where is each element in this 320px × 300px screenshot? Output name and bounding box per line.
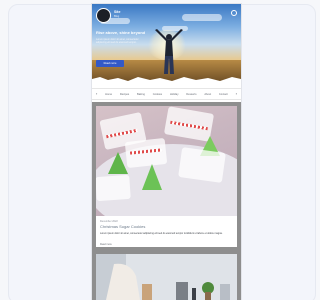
hero-text-block: Rise above, shine beyond Lorem ipsum dol… [96,30,148,44]
site-logo-avatar[interactable] [96,8,111,23]
hero-description: Lorem ipsum dolor sit amet, consectetur … [96,37,139,44]
chevron-left-icon[interactable]: ‹ [96,92,97,96]
read-more-link[interactable]: Read more [100,243,112,246]
post-date: December 2022 [100,220,118,223]
hero-cta-button[interactable]: Read more [96,60,124,67]
nav-item[interactable]: Recipes [120,93,129,96]
nav-item[interactable]: Baking [137,93,145,96]
post-card[interactable]: December 2022 Christmas Sugar Cookies Lo… [96,106,237,247]
site-subtitle: Blog [114,15,120,18]
nav-item[interactable]: Holiday [170,93,179,96]
nav-item[interactable]: About [204,93,211,96]
site-title[interactable]: Site [114,10,120,14]
post-title[interactable]: Christmas Sugar Cookies [100,224,145,229]
post-card[interactable] [96,254,237,300]
nav-item[interactable]: Cookies [153,93,162,96]
torn-edge [92,77,241,82]
mobile-page-preview: Site Blog Rise above, shine beyond Lorem… [92,4,241,300]
hero-heading: Rise above, shine beyond [96,30,146,35]
category-nav: ‹ Home Recipes Baking Cookies Holiday De… [92,88,241,100]
person-silhouette [155,29,183,74]
nav-item[interactable]: Home [105,93,112,96]
hero-banner: Site Blog Rise above, shine beyond Lorem… [92,4,241,82]
post-featured-image[interactable] [96,106,237,216]
nav-item[interactable]: Desserts [186,93,196,96]
nav-item[interactable]: Contact [219,93,228,96]
search-icon[interactable] [231,10,237,16]
post-featured-image[interactable] [96,254,237,300]
chevron-right-icon[interactable]: › [236,92,237,96]
post-excerpt: Lorem ipsum dolor sit amet, consectetur … [100,232,223,235]
post-feed: December 2022 Christmas Sugar Cookies Lo… [92,102,241,300]
